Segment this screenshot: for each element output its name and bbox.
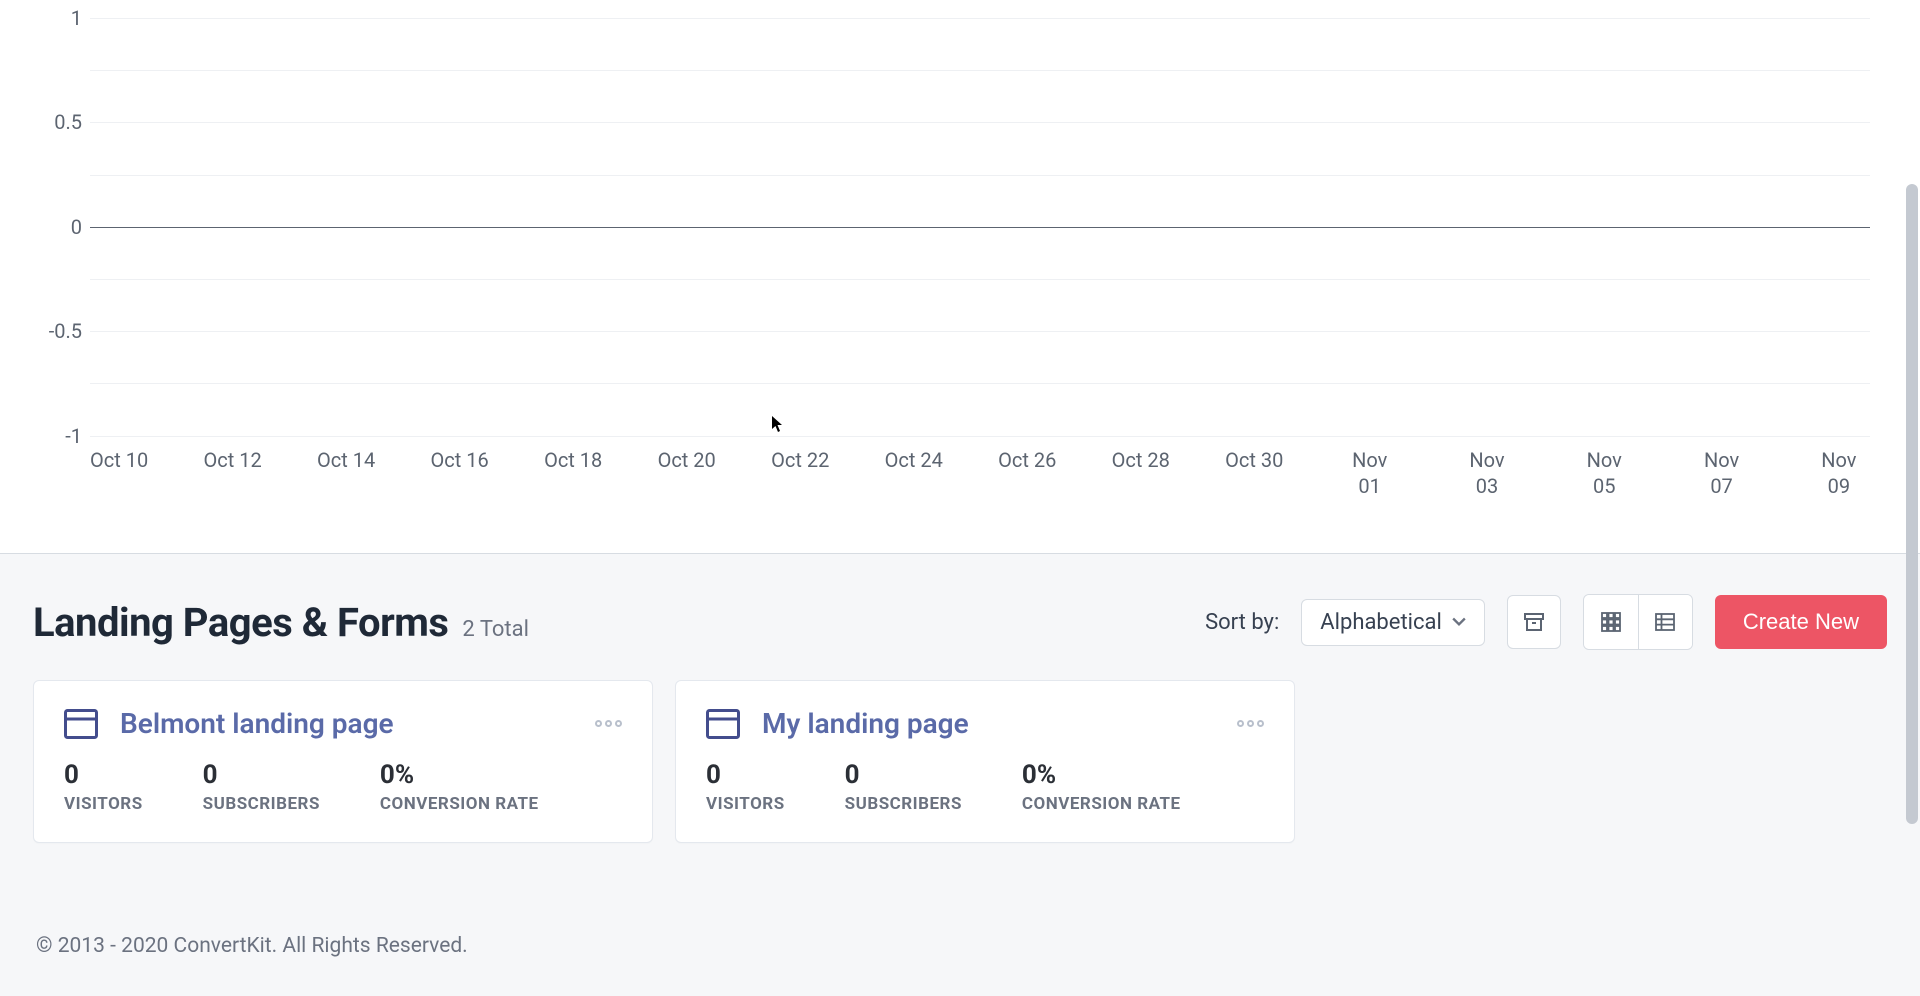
- section-title-block: Landing Pages & Forms 2 Total: [33, 599, 529, 646]
- stat-conversion-rate: 0% CONVERSION RATE: [380, 760, 539, 814]
- card-more-button[interactable]: [1237, 720, 1264, 727]
- x-tick-label: Oct 28: [1112, 447, 1170, 503]
- footer-copyright: © 2013 - 2020 ConvertKit. All Rights Res…: [36, 934, 468, 958]
- controls: Sort by: Alphabetical: [1205, 594, 1887, 650]
- page-root: 1 0.5 0 -0.5 -1 Oct 1: [0, 0, 1920, 996]
- x-tick-label: Oct 24: [885, 447, 943, 503]
- card-title-link[interactable]: My landing page: [762, 707, 969, 740]
- chart-plot: 1 0.5 0 -0.5 -1: [90, 5, 1870, 440]
- gridline: 1: [90, 18, 1870, 19]
- card-header: My landing page: [706, 707, 1264, 740]
- x-tick-label: Oct 12: [204, 447, 262, 503]
- section-header: Landing Pages & Forms 2 Total Sort by: A…: [33, 590, 1887, 654]
- chart-region: 1 0.5 0 -0.5 -1 Oct 1: [0, 0, 1920, 554]
- x-tick-label: Oct 14: [317, 447, 375, 503]
- grid-icon: [1600, 611, 1622, 633]
- scrollbar-track[interactable]: [1902, 0, 1918, 996]
- x-tick-label: Oct 26: [998, 447, 1056, 503]
- dot-icon: [1257, 720, 1264, 727]
- stat-subscribers: 0 SUBSCRIBERS: [845, 760, 962, 814]
- dot-icon: [1237, 720, 1244, 727]
- card-stats: 0 VISITORS 0 SUBSCRIBERS 0% CONVERSION R…: [64, 760, 622, 814]
- x-tick-label: Oct 22: [771, 447, 829, 503]
- view-toggle-group: [1583, 594, 1693, 650]
- archive-button[interactable]: [1507, 595, 1561, 649]
- stat-subscribers: 0 SUBSCRIBERS: [203, 760, 320, 814]
- stat-label: SUBSCRIBERS: [203, 794, 320, 814]
- y-tick-label: 0: [71, 215, 82, 239]
- x-tick-label: Nov 03: [1456, 447, 1518, 503]
- card-header-left: Belmont landing page: [64, 707, 394, 740]
- gridline-minor: [90, 175, 1870, 176]
- stat-label: VISITORS: [64, 794, 143, 814]
- x-tick-label: Nov 09: [1808, 447, 1870, 503]
- stat-value: 0%: [380, 760, 539, 790]
- chart-inner: 1 0.5 0 -0.5 -1 Oct 1: [40, 0, 1890, 503]
- x-tick-label: Oct 20: [658, 447, 716, 503]
- stat-visitors: 0 VISITORS: [706, 760, 785, 814]
- gridline-minor: [90, 383, 1870, 384]
- gridline: -1: [90, 436, 1870, 437]
- list-view-button[interactable]: [1638, 595, 1692, 649]
- dot-icon: [1247, 720, 1254, 727]
- card-more-button[interactable]: [595, 720, 622, 727]
- scrollbar-thumb[interactable]: [1906, 184, 1918, 824]
- stat-value: 0: [64, 760, 143, 790]
- x-tick-label: Nov 01: [1339, 447, 1401, 503]
- card-title-link[interactable]: Belmont landing page: [120, 707, 394, 740]
- x-tick-label: Oct 10: [90, 447, 148, 503]
- y-tick-label: -1: [65, 424, 82, 448]
- stat-conversion-rate: 0% CONVERSION RATE: [1022, 760, 1181, 814]
- dot-icon: [615, 720, 622, 727]
- section-title: Landing Pages & Forms: [33, 599, 448, 646]
- landing-page-card: My landing page 0 VISITORS 0 SUBSCRIBERS: [675, 680, 1295, 843]
- gridline-minor: [90, 70, 1870, 71]
- stat-value: 0: [845, 760, 962, 790]
- y-tick-label: 0.5: [54, 110, 82, 134]
- stat-visitors: 0 VISITORS: [64, 760, 143, 814]
- x-tick-label: Nov 07: [1691, 447, 1753, 503]
- y-tick-label: 1: [71, 6, 82, 30]
- page-icon: [64, 709, 98, 739]
- dot-icon: [595, 720, 602, 727]
- section-total: 2 Total: [462, 617, 529, 642]
- x-tick-label: Oct 16: [431, 447, 489, 503]
- x-tick-label: Oct 18: [544, 447, 602, 503]
- sort-select-value: Alphabetical: [1320, 610, 1442, 635]
- gridline: 0.5: [90, 122, 1870, 123]
- stat-label: CONVERSION RATE: [1022, 794, 1181, 814]
- sort-select[interactable]: Alphabetical: [1301, 599, 1485, 646]
- gridline: -0.5: [90, 331, 1870, 332]
- x-tick-label: Oct 30: [1225, 447, 1283, 503]
- y-tick-label: -0.5: [49, 319, 82, 343]
- zero-line: 0: [90, 227, 1870, 228]
- stat-label: SUBSCRIBERS: [845, 794, 962, 814]
- stat-value: 0: [203, 760, 320, 790]
- stat-label: VISITORS: [706, 794, 785, 814]
- page-icon: [706, 709, 740, 739]
- x-axis-labels: Oct 10 Oct 12 Oct 14 Oct 16 Oct 18 Oct 2…: [90, 447, 1870, 503]
- landing-page-card: Belmont landing page 0 VISITORS 0 SUBSCR…: [33, 680, 653, 843]
- stat-value: 0%: [1022, 760, 1181, 790]
- chevron-down-icon: [1452, 615, 1466, 629]
- x-tick-label: Nov 05: [1573, 447, 1635, 503]
- card-header-left: My landing page: [706, 707, 969, 740]
- stat-label: CONVERSION RATE: [380, 794, 539, 814]
- card-stats: 0 VISITORS 0 SUBSCRIBERS 0% CONVERSION R…: [706, 760, 1264, 814]
- gridline-minor: [90, 279, 1870, 280]
- archive-icon: [1522, 610, 1546, 634]
- create-new-button[interactable]: Create New: [1715, 595, 1887, 649]
- cards-grid: Belmont landing page 0 VISITORS 0 SUBSCR…: [33, 680, 1887, 843]
- card-header: Belmont landing page: [64, 707, 622, 740]
- stat-value: 0: [706, 760, 785, 790]
- list-icon: [1654, 611, 1676, 633]
- dot-icon: [605, 720, 612, 727]
- sort-by-label: Sort by:: [1205, 610, 1279, 635]
- grid-view-button[interactable]: [1584, 595, 1638, 649]
